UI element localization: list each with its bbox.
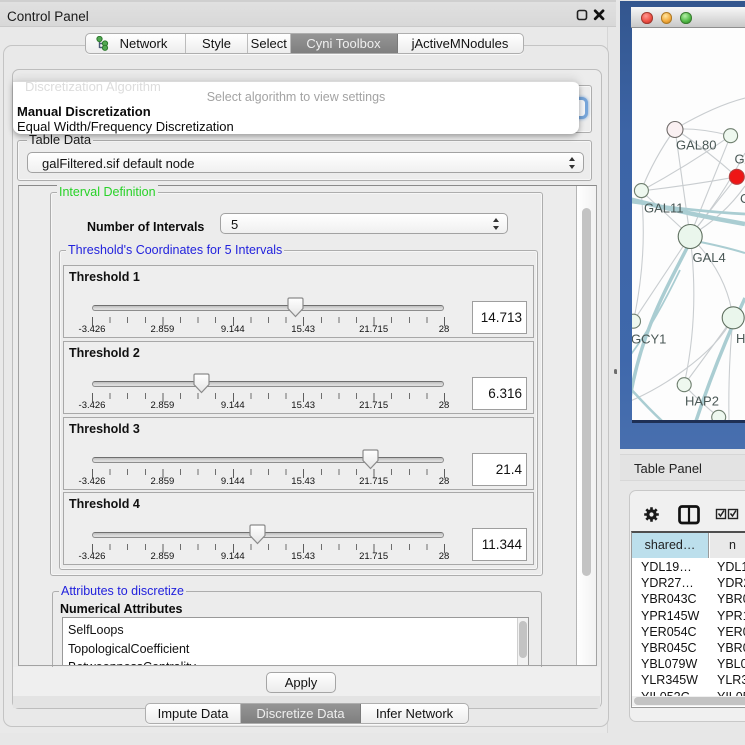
svg-text:C: C [740,191,745,206]
svg-text:GAL80: GAL80 [676,138,716,153]
svg-text:GCY1: GCY1 [632,332,666,347]
svg-text:GAL11: GAL11 [644,201,684,216]
svg-text:GA: GA [735,152,745,167]
svg-text:GAL4: GAL4 [693,250,726,265]
svg-text:HAP2: HAP2 [685,394,719,409]
svg-text:H: H [736,331,745,346]
